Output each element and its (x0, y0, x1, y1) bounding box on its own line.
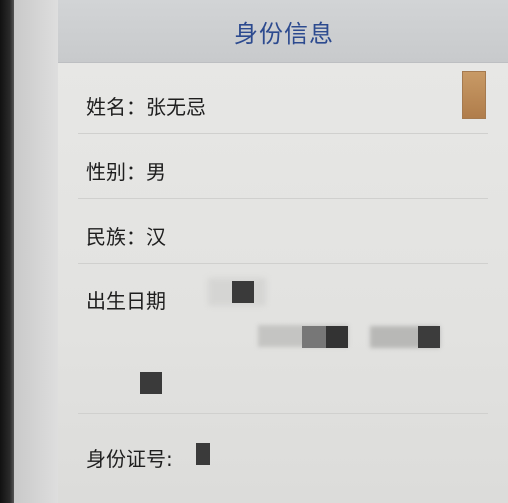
id-info-card: 姓名：张无忌 性别：男 民族：汉 出生日期 身份证号: (58, 63, 508, 503)
divider (78, 413, 488, 414)
redacted-id-number (196, 443, 210, 465)
page-header: 身份信息 (58, 0, 508, 63)
page-title: 身份信息 (234, 20, 334, 48)
side-panel (14, 0, 59, 503)
redacted-address-d (140, 372, 162, 394)
divider (78, 133, 488, 134)
avatar (462, 71, 486, 119)
divider (78, 198, 488, 199)
redacted-birth-date (232, 281, 254, 303)
screen: 身份信息 姓名：张无忌 性别：男 民族：汉 出生日期 身份证号: (14, 0, 508, 503)
redacted-address-c (418, 326, 440, 348)
divider (78, 263, 488, 264)
id-number-label: 身份证号: (86, 447, 173, 471)
name-field: 姓名：张无忌 (86, 95, 206, 119)
birth-date-label: 出生日期 (86, 289, 166, 313)
device-bezel (0, 0, 14, 503)
gender-field: 性别：男 (86, 160, 166, 184)
redacted-address-b (326, 326, 348, 348)
ethnicity-field: 民族：汉 (86, 225, 166, 249)
